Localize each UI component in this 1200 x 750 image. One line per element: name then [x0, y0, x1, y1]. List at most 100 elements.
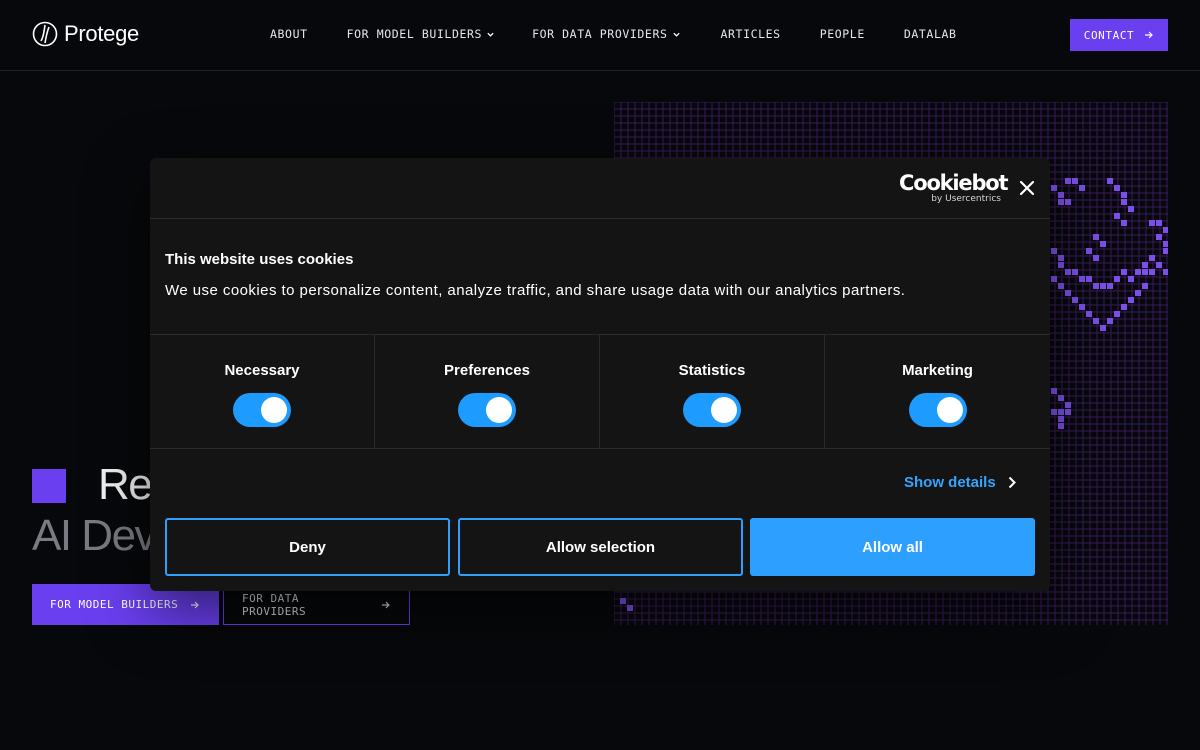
grid-cell: [1114, 185, 1120, 191]
grid-cell: [1100, 283, 1106, 289]
nav-data-providers[interactable]: FOR DATA PROVIDERS: [532, 27, 680, 41]
grid-cell: [1086, 311, 1092, 317]
grid-cell: [1093, 234, 1099, 240]
grid-cell: [1093, 318, 1099, 324]
deny-button[interactable]: Deny: [165, 518, 450, 576]
show-details-link[interactable]: Show details: [904, 474, 1016, 491]
protege-logo-icon: [32, 21, 58, 47]
nav-model-builders[interactable]: FOR MODEL BUILDERS: [347, 27, 495, 41]
nav-model-builders-label: FOR MODEL BUILDERS: [346, 27, 483, 41]
grid-cell: [1121, 199, 1127, 205]
toggle-knob: [936, 397, 963, 423]
necessary-toggle[interactable]: [233, 393, 291, 427]
brand-logo[interactable]: Protege: [32, 21, 139, 47]
grid-cell: [1093, 255, 1099, 261]
grid-cell: [1051, 409, 1057, 415]
arrow-right-icon: [1145, 31, 1154, 39]
grid-cell: [1163, 248, 1168, 254]
grid-cell: [627, 605, 633, 611]
grid-cell: [1121, 192, 1127, 198]
grid-cell: [1142, 283, 1148, 289]
grid-cell: [1051, 388, 1057, 394]
grid-cell: [1149, 269, 1155, 275]
preferences-toggle[interactable]: [458, 393, 516, 427]
cookie-category-marketing: Marketing: [825, 335, 1050, 448]
grid-cell: [1163, 241, 1168, 247]
close-icon[interactable]: [1018, 179, 1036, 197]
cookie-consent-dialog: Cookiebot by Usercentrics This website u…: [150, 158, 1050, 591]
grid-cell: [1107, 318, 1113, 324]
grid-cell: [1156, 220, 1162, 226]
category-label: Preferences: [444, 362, 530, 379]
grid-cell: [1072, 178, 1078, 184]
chevron-right-icon: [1008, 476, 1016, 489]
grid-cell: [620, 598, 626, 604]
grid-cell: [1128, 206, 1134, 212]
grid-cell: [1058, 283, 1064, 289]
grid-cell: [1107, 283, 1113, 289]
grid-cell: [1149, 220, 1155, 226]
allow-selection-button[interactable]: Allow selection: [458, 518, 743, 576]
grid-cell: [1079, 185, 1085, 191]
grid-cell: [1121, 220, 1127, 226]
top-nav: Protege ABOUT FOR MODEL BUILDERS FOR DAT…: [0, 0, 1200, 71]
marketing-toggle[interactable]: [908, 393, 967, 427]
cookie-categories: Necessary Preferences Statistics Marketi…: [150, 334, 1050, 449]
grid-cell: [1114, 213, 1120, 219]
nav-articles-label: ARTICLES: [720, 27, 781, 41]
nav-links: ABOUT FOR MODEL BUILDERS FOR DATA PROVID…: [270, 27, 957, 41]
grid-cell: [1149, 255, 1155, 261]
grid-cell: [1058, 192, 1064, 198]
grid-cell: [1065, 290, 1071, 296]
toggle-knob: [711, 397, 737, 423]
hero-accent-square: [32, 469, 66, 503]
toggle-knob: [486, 397, 512, 423]
nav-people[interactable]: PEOPLE: [820, 27, 865, 41]
category-label: Statistics: [678, 362, 746, 379]
cookiebot-logo-name: Cookiebot: [899, 171, 1009, 195]
cta-data-providers-label: FOR DATA PROVIDERS: [242, 591, 307, 618]
grid-cell: [1072, 297, 1078, 303]
cookiebot-logo-byline: by Usercentrics: [931, 194, 1001, 204]
allow-all-button[interactable]: Allow all: [750, 518, 1035, 576]
arrow-right-icon: [191, 601, 200, 608]
chevron-down-icon: [672, 32, 680, 37]
contact-label: CONTACT: [1083, 28, 1135, 42]
nav-about[interactable]: ABOUT: [270, 27, 308, 41]
grid-cell: [1142, 262, 1148, 268]
contact-button[interactable]: CONTACT: [1070, 19, 1168, 51]
grid-cell: [1058, 416, 1064, 422]
grid-cell: [1135, 269, 1141, 275]
nav-datalab[interactable]: DATALAB: [904, 27, 957, 41]
grid-cell: [1142, 269, 1148, 275]
chevron-down-icon: [487, 32, 494, 37]
cookie-title: This website uses cookies: [165, 251, 354, 268]
grid-cell: [1079, 304, 1085, 310]
cookie-dialog-header: Cookiebot by Usercentrics: [150, 158, 1050, 219]
category-label: Marketing: [902, 362, 973, 379]
nav-data-providers-label: FOR DATA PROVIDERS: [532, 27, 668, 41]
grid-cell: [1100, 325, 1106, 331]
grid-cell: [1065, 402, 1071, 408]
grid-cell: [1156, 234, 1162, 240]
grid-cell: [1114, 311, 1120, 317]
grid-cell: [1121, 269, 1127, 275]
grid-cell: [1058, 262, 1064, 268]
grid-cell: [1163, 269, 1168, 275]
category-label: Necessary: [224, 362, 300, 379]
grid-cell: [1128, 276, 1134, 282]
cookiebot-logo[interactable]: Cookiebot by Usercentrics: [899, 171, 1009, 204]
cta-model-builders-label: FOR MODEL BUILDERS: [50, 598, 179, 611]
grid-cell: [1058, 255, 1064, 261]
grid-cell: [1051, 276, 1057, 282]
nav-people-label: PEOPLE: [819, 27, 865, 41]
hero-headline-line2: AI Dev: [32, 511, 157, 560]
statistics-toggle[interactable]: [683, 393, 741, 427]
grid-cell: [1051, 185, 1057, 191]
grid-cell: [1163, 227, 1168, 233]
cookie-category-preferences: Preferences: [375, 335, 600, 448]
grid-cell: [1065, 178, 1071, 184]
nav-articles[interactable]: ARTICLES: [721, 27, 781, 41]
grid-cell: [1093, 283, 1099, 289]
cookie-category-statistics: Statistics: [600, 335, 825, 448]
